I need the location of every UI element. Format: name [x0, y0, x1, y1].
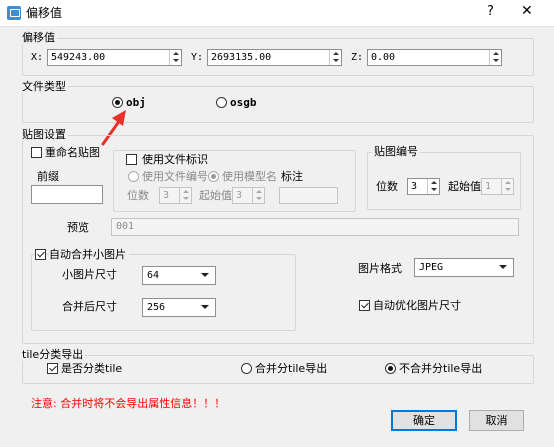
offset-dialog: 偏移值 ? ✕ 偏移值 X: 549243.00 Y: 2693135.00 Z…: [0, 0, 554, 447]
rename-label[interactable]: 重命名贴图: [45, 146, 100, 160]
y-spin-down-icon[interactable]: [330, 58, 341, 65]
merge-tile-export-label[interactable]: 合并分tile导出: [255, 362, 327, 376]
use-model-name-label[interactable]: 使用模型名: [222, 170, 277, 184]
tn-start-value: 1: [485, 181, 492, 192]
tn-start-spinbox[interactable]: 1: [481, 178, 514, 195]
z-value: 0.00: [371, 52, 396, 63]
small-size-value: 64: [147, 270, 160, 281]
help-button[interactable]: ?: [487, 5, 494, 19]
start-spin-up-icon[interactable]: [253, 188, 264, 195]
start-value: 3: [236, 190, 243, 201]
no-merge-tile-export-radio[interactable]: [385, 363, 396, 374]
auto-merge-checkbox[interactable]: [35, 249, 46, 260]
preview-label: 预览: [67, 221, 89, 234]
osgb-radio[interactable]: [216, 97, 227, 108]
digits-spin-up-icon[interactable]: [180, 188, 191, 195]
y-value: 2693135.00: [211, 52, 272, 63]
digits-value: 3: [163, 190, 170, 201]
z-spin-up-icon[interactable]: [490, 50, 501, 57]
texture-number-group-label: 贴图编号: [372, 145, 420, 158]
classify-tile-checkbox[interactable]: [47, 363, 58, 374]
tn-start-spin-down-icon[interactable]: [502, 187, 513, 194]
x-spinbox[interactable]: 549243.00: [47, 49, 182, 66]
close-button[interactable]: ✕: [521, 4, 533, 18]
title-bar: 偏移值 ? ✕: [0, 0, 554, 27]
auto-optimize-checkbox[interactable]: [359, 300, 370, 311]
use-file-number-radio[interactable]: [128, 171, 139, 182]
prefix-input[interactable]: [31, 185, 103, 204]
window-title: 偏移值: [26, 6, 63, 20]
rename-checkbox[interactable]: [31, 147, 42, 158]
preview-value: 001: [116, 221, 135, 232]
y-spin-up-icon[interactable]: [330, 50, 341, 57]
classify-tile-label[interactable]: 是否分类tile: [61, 362, 122, 376]
start-spin-down-icon[interactable]: [253, 196, 264, 203]
small-size-dropdown-icon: [201, 273, 209, 277]
x-spin-up-icon[interactable]: [170, 50, 181, 57]
tile-export-group-label: tile分类导出: [20, 348, 86, 361]
format-dropdown-icon: [499, 265, 507, 269]
format-select[interactable]: JPEG: [414, 258, 514, 277]
z-label: Z:: [351, 52, 364, 63]
texture-group-label: 贴图设置: [20, 128, 68, 141]
preview-input: 001: [111, 218, 519, 236]
auto-optimize-label[interactable]: 自动优化图片尺寸: [373, 299, 461, 313]
mark-input[interactable]: [279, 187, 338, 204]
cancel-button[interactable]: 取消: [469, 410, 524, 431]
file-type-group-label: 文件类型: [20, 80, 68, 93]
start-label: 起始值: [199, 189, 232, 202]
format-value: JPEG: [419, 262, 444, 273]
z-spin-down-icon[interactable]: [490, 58, 501, 65]
x-value: 549243.00: [51, 52, 106, 63]
tn-digits-spin-down-icon[interactable]: [428, 187, 439, 194]
no-merge-tile-export-label[interactable]: 不合并分tile导出: [399, 362, 482, 376]
mark-label: 标注: [281, 170, 303, 183]
x-label: X:: [31, 52, 44, 63]
app-icon: [7, 6, 21, 20]
merge-tile-export-radio[interactable]: [241, 363, 252, 374]
small-size-label: 小图片尺寸: [62, 268, 117, 281]
tn-digits-label: 位数: [376, 180, 398, 193]
offset-group-label: 偏移值: [20, 31, 57, 44]
tn-start-spin-up-icon[interactable]: [502, 179, 513, 186]
tn-digits-spin-up-icon[interactable]: [428, 179, 439, 186]
start-spinbox[interactable]: 3: [232, 187, 265, 204]
merged-size-dropdown-icon: [201, 305, 209, 309]
use-model-name-radio[interactable]: [208, 171, 219, 182]
digits-spin-down-icon[interactable]: [180, 196, 191, 203]
tn-start-label: 起始值: [448, 180, 481, 193]
merged-size-value: 256: [147, 302, 166, 313]
ok-button[interactable]: 确定: [391, 410, 457, 431]
digits-label: 位数: [127, 189, 149, 202]
z-spinbox[interactable]: 0.00: [367, 49, 502, 66]
merged-size-label: 合并后尺寸: [62, 300, 117, 313]
osgb-label[interactable]: osgb: [230, 96, 257, 110]
use-file-number-label[interactable]: 使用文件编号: [142, 170, 208, 184]
x-spin-down-icon[interactable]: [170, 58, 181, 65]
warning-text: 注意: 合并时将不会导出属性信息！！！: [31, 397, 226, 410]
digits-spinbox[interactable]: 3: [159, 187, 192, 204]
merged-size-select[interactable]: 256: [142, 298, 216, 317]
use-file-id-checkbox[interactable]: [126, 154, 137, 165]
y-label: Y:: [191, 52, 204, 63]
tn-digits-spinbox[interactable]: 3: [407, 178, 440, 195]
small-size-select[interactable]: 64: [142, 266, 216, 285]
tn-digits-value: 3: [411, 181, 418, 192]
use-file-id-label[interactable]: 使用文件标识: [142, 153, 208, 167]
y-spinbox[interactable]: 2693135.00: [207, 49, 342, 66]
prefix-label: 前缀: [37, 170, 59, 183]
auto-merge-label[interactable]: 自动合并小图片: [49, 248, 129, 262]
format-label: 图片格式: [358, 262, 402, 275]
